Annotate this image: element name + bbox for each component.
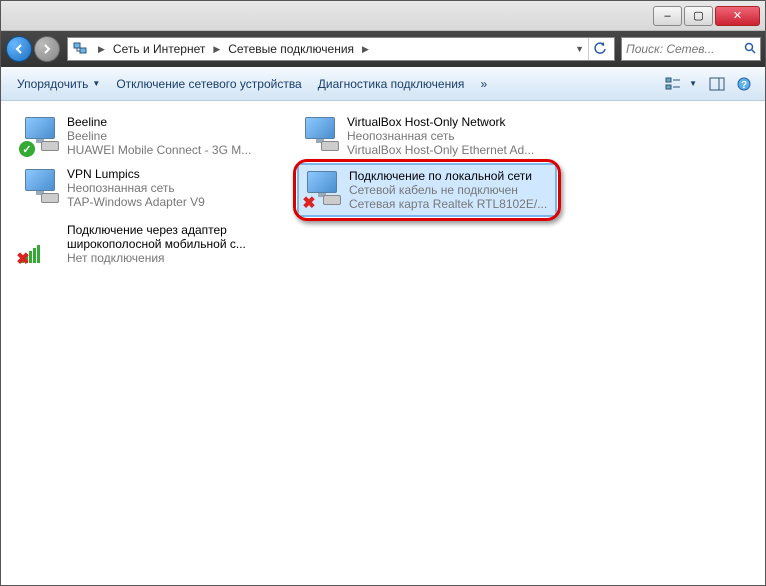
connection-device: TAP-Windows Adapter V9 [67,195,273,209]
breadcrumb-arrow-icon: ▶ [94,44,109,55]
connection-name: Подключение через адаптер широкополосной… [67,223,273,251]
maximize-button[interactable]: ▢ [684,6,713,26]
breadcrumb-level1[interactable]: Сеть и Интернет [109,42,209,56]
svg-text:?: ? [741,80,747,91]
chevron-down-icon: ▼ [689,79,697,88]
search-input[interactable] [626,42,744,56]
network-adapter-icon: ✓ [21,115,61,155]
connection-item-lan[interactable]: ✖ Подключение по локальной сети Сетевой … [297,163,557,217]
disable-device-button[interactable]: Отключение сетевого устройства [108,73,309,95]
help-button[interactable]: ? [733,75,755,93]
search-icon [744,42,756,57]
dropdown-arrow-icon[interactable]: ▼ [571,44,588,54]
network-adapter-icon: ✖ [303,169,343,209]
connection-device: Сетевая карта Realtek RTL8102E/... [349,197,551,211]
minimize-button[interactable]: – [653,6,682,26]
connection-text: Подключение через адаптер широкополосной… [67,223,273,265]
refresh-button[interactable] [588,38,610,60]
status-error-badge: ✖ [15,251,31,267]
search-box[interactable] [621,37,761,61]
connection-text: VPN Lumpics Неопознанная сеть TAP-Window… [67,167,273,209]
connection-device: HUAWEI Mobile Connect - 3G M... [67,143,273,157]
network-adapter-icon: ✖ [21,223,61,263]
preview-pane-button[interactable] [705,75,729,93]
connection-item-vpn[interactable]: VPN Lumpics Неопознанная сеть TAP-Window… [17,163,277,217]
nav-bar: ▶ Сеть и Интернет ▶ Сетевые подключения … [1,31,765,67]
network-adapter-icon [21,167,61,207]
close-button[interactable]: ✕ [715,6,760,26]
breadcrumb-level2[interactable]: Сетевые подключения [224,42,358,56]
network-icon [72,41,88,57]
connection-item-mobile[interactable]: ✖ Подключение через адаптер широкополосн… [17,219,277,269]
network-adapter-icon [301,115,341,155]
toolbar: Упорядочить▼ Отключение сетевого устройс… [1,67,765,101]
breadcrumb-arrow-icon: ▶ [358,44,373,55]
titlebar: – ▢ ✕ [1,1,765,31]
breadcrumb-arrow-icon: ▶ [209,44,224,55]
diagnose-button[interactable]: Диагностика подключения [310,73,473,95]
address-bar[interactable]: ▶ Сеть и Интернет ▶ Сетевые подключения … [67,37,615,61]
connection-text: Подключение по локальной сети Сетевой ка… [349,169,551,211]
connection-text: Beeline Beeline HUAWEI Mobile Connect - … [67,115,273,157]
connection-status: Неопознанная сеть [347,129,553,143]
window-frame: – ▢ ✕ ▶ Сеть и Интернет ▶ Сетевые подклю… [0,0,766,586]
connection-device: VirtualBox Host-Only Ethernet Ad... [347,143,553,157]
connection-name: VPN Lumpics [67,167,273,181]
connection-item-beeline[interactable]: ✓ Beeline Beeline HUAWEI Mobile Connect … [17,111,277,161]
connection-name: VirtualBox Host-Only Network [347,115,553,129]
view-mode-button[interactable]: ▼ [661,75,701,93]
chevron-down-icon: ▼ [92,79,100,88]
status-error-badge: ✖ [301,195,317,211]
connection-item-virtualbox[interactable]: VirtualBox Host-Only Network Неопознанна… [297,111,557,161]
connection-status: Beeline [67,129,273,143]
connection-status: Сетевой кабель не подключен [349,183,551,197]
more-button[interactable]: » [472,73,495,95]
connection-name: Подключение по локальной сети [349,169,551,183]
content-area: ✓ Beeline Beeline HUAWEI Mobile Connect … [1,101,765,585]
connection-status: Нет подключения [67,251,273,265]
status-ok-badge: ✓ [19,141,35,157]
connection-name: Beeline [67,115,273,129]
organize-button[interactable]: Упорядочить▼ [9,73,108,95]
back-button[interactable] [6,36,32,62]
forward-button[interactable] [34,36,60,62]
connection-text: VirtualBox Host-Only Network Неопознанна… [347,115,553,157]
connection-status: Неопознанная сеть [67,181,273,195]
